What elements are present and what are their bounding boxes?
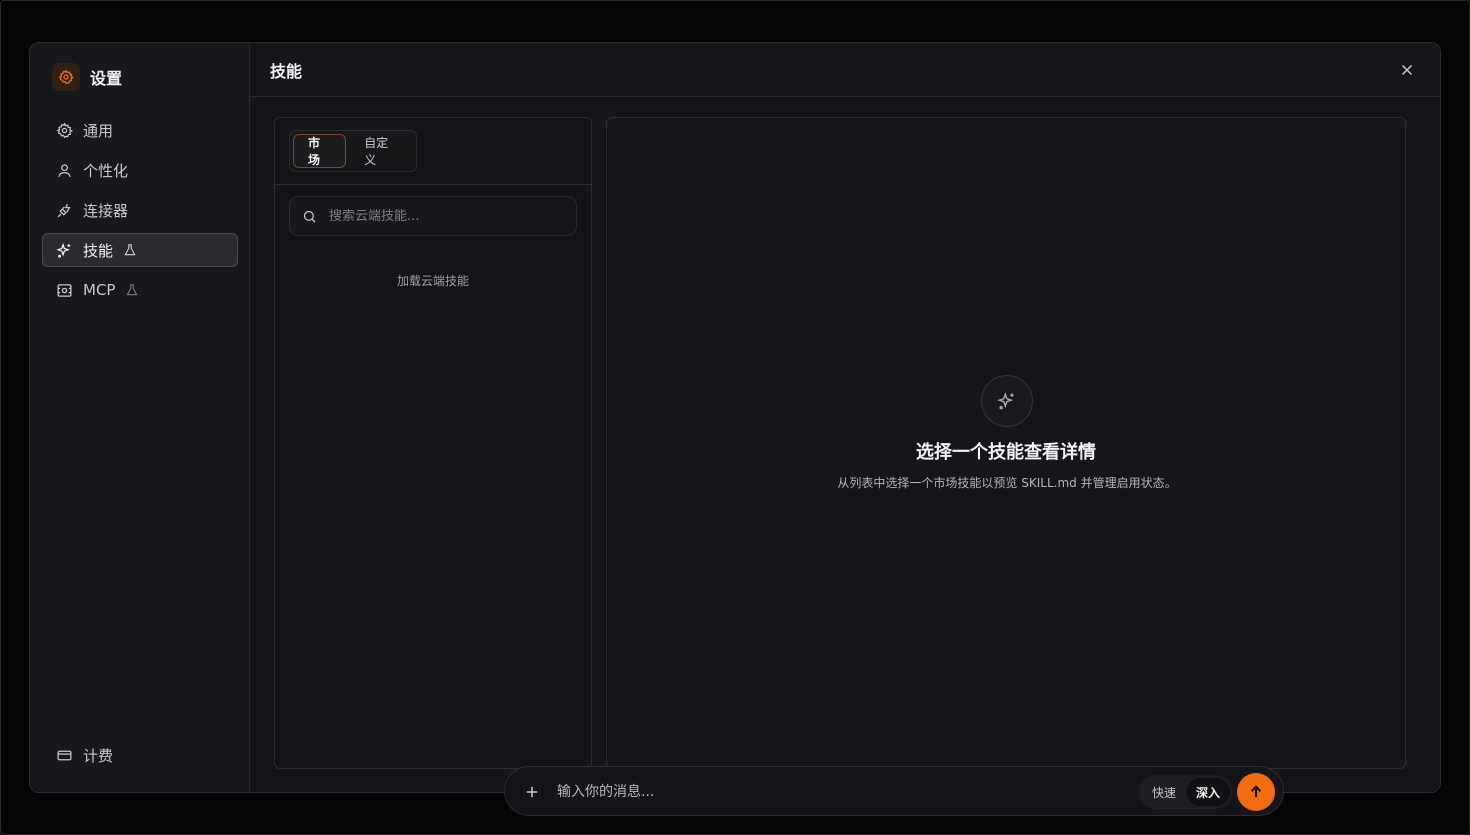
response-mode-toggle: 快速 深入 xyxy=(1139,775,1233,809)
sidebar-item-label: MCP xyxy=(83,281,116,299)
empty-state-title: 选择一个技能查看详情 xyxy=(916,442,1096,463)
close-icon[interactable] xyxy=(1398,61,1416,79)
page-title: 技能 xyxy=(270,61,303,81)
sidebar-item-billing[interactable]: 计费 xyxy=(42,738,238,772)
message-composer: 快速 深入 xyxy=(504,766,1284,816)
flask-icon xyxy=(126,284,139,296)
sidebar-item-label: 连接器 xyxy=(83,201,129,220)
sidebar-item-label: 个性化 xyxy=(83,161,129,180)
gear-icon xyxy=(56,121,73,138)
tab-custom[interactable]: 自定义 xyxy=(350,134,413,168)
sidebar-item-skills[interactable]: 技能 xyxy=(42,233,238,267)
mode-fast[interactable]: 快速 xyxy=(1142,778,1186,806)
search-icon xyxy=(303,210,316,223)
empty-state-icon-wrap xyxy=(981,375,1033,427)
skill-detail-panel: 选择一个技能查看详情 从列表中选择一个市场技能以预览 SKILL.md 并管理启… xyxy=(606,117,1406,769)
settings-modal: 设置 通用 个性化 连接器 技能 MCP 计费 技能 市场 自定义 搜索云端技能… xyxy=(29,42,1441,793)
sidebar-item-mcp[interactable]: MCP xyxy=(42,273,238,307)
settings-nav: 通用 个性化 连接器 技能 MCP xyxy=(42,113,238,313)
settings-sidebar: 设置 通用 个性化 连接器 技能 MCP 计费 xyxy=(30,43,250,792)
sidebar-item-connectors[interactable]: 连接器 xyxy=(42,193,238,227)
sidebar-item-label: 技能 xyxy=(83,241,114,260)
sparkles-icon xyxy=(997,392,1014,410)
settings-main: 技能 市场 自定义 加载云端技能 xyxy=(250,43,1440,792)
credit-card-icon xyxy=(57,750,72,760)
tab-market[interactable]: 市场 xyxy=(293,134,347,168)
skills-search xyxy=(289,196,577,236)
plug-icon xyxy=(57,203,71,217)
message-input[interactable] xyxy=(557,779,1117,805)
page-header: 技能 xyxy=(250,43,1440,97)
skills-tabs: 市场 自定义 xyxy=(289,130,417,172)
empty-state-description: 从列表中选择一个市场技能以预览 SKILL.md 并管理启用状态。 xyxy=(837,476,1177,490)
arrow-up-icon xyxy=(1250,785,1262,798)
user-icon xyxy=(58,163,71,177)
sidebar-item-label: 通用 xyxy=(83,121,114,140)
loading-status: 加载云端技能 xyxy=(396,274,469,288)
sidebar-bottom: 计费 xyxy=(42,738,238,778)
mode-deep[interactable]: 深入 xyxy=(1186,778,1230,806)
skills-search-input[interactable] xyxy=(329,208,559,224)
sidebar-item-label: 计费 xyxy=(83,746,114,765)
settings-gear-icon xyxy=(52,63,80,91)
sidebar-item-general[interactable]: 通用 xyxy=(42,113,238,147)
send-button[interactable] xyxy=(1237,773,1275,811)
sidebar-item-personalization[interactable]: 个性化 xyxy=(42,153,238,187)
server-icon xyxy=(57,283,72,297)
settings-title: 设置 xyxy=(90,69,123,88)
sparkles-icon xyxy=(56,242,71,258)
settings-brand: 设置 xyxy=(52,63,122,91)
skills-list-panel: 市场 自定义 加载云端技能 xyxy=(274,117,592,769)
plus-icon[interactable] xyxy=(523,783,541,801)
flask-icon xyxy=(124,244,136,256)
skills-tabs-row: 市场 自定义 xyxy=(275,118,591,185)
